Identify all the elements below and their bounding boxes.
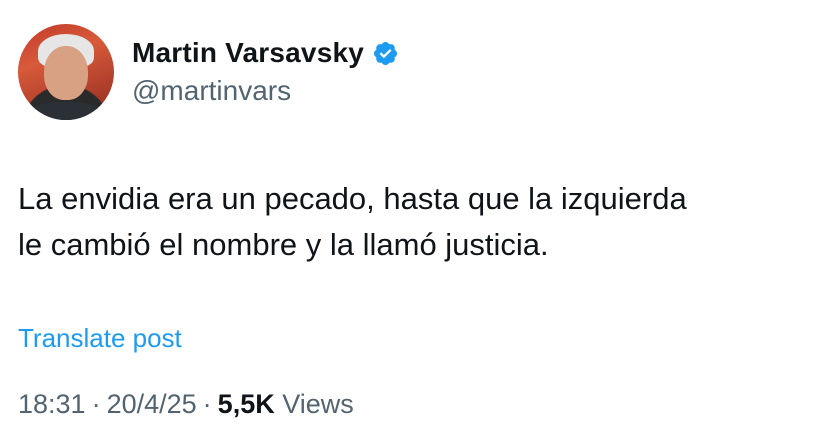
verified-badge-icon bbox=[372, 40, 399, 67]
author-handle[interactable]: @martinvars bbox=[132, 74, 399, 108]
post-text-line: La envidia era un pecado, hasta que la i… bbox=[18, 181, 687, 216]
post-time[interactable]: 18:31 bbox=[18, 389, 86, 419]
avatar-face bbox=[44, 46, 88, 100]
tweet-header: Martin Varsavsky @martinvars bbox=[18, 24, 399, 120]
views-label: Views bbox=[282, 389, 354, 419]
avatar[interactable] bbox=[18, 24, 114, 120]
author-names: Martin Varsavsky @martinvars bbox=[132, 36, 399, 108]
display-name-row: Martin Varsavsky bbox=[132, 36, 399, 70]
post-text: La envidia era un pecado, hasta que la i… bbox=[18, 176, 808, 268]
display-name[interactable]: Martin Varsavsky bbox=[132, 36, 364, 70]
post-text-line: le cambió el nombre y la llamó justicia. bbox=[18, 227, 549, 262]
views-count[interactable]: 5,5K bbox=[218, 389, 275, 419]
tweet: Martin Varsavsky @martinvars La envidia … bbox=[0, 0, 828, 442]
meta-separator: · bbox=[202, 389, 212, 419]
post-date[interactable]: 20/4/25 bbox=[107, 389, 197, 419]
meta-separator: · bbox=[91, 389, 101, 419]
translate-post-link[interactable]: Translate post bbox=[18, 322, 182, 354]
avatar-shirt bbox=[26, 102, 106, 120]
post-meta: 18:31 · 20/4/25 · 5,5K Views bbox=[18, 387, 354, 421]
